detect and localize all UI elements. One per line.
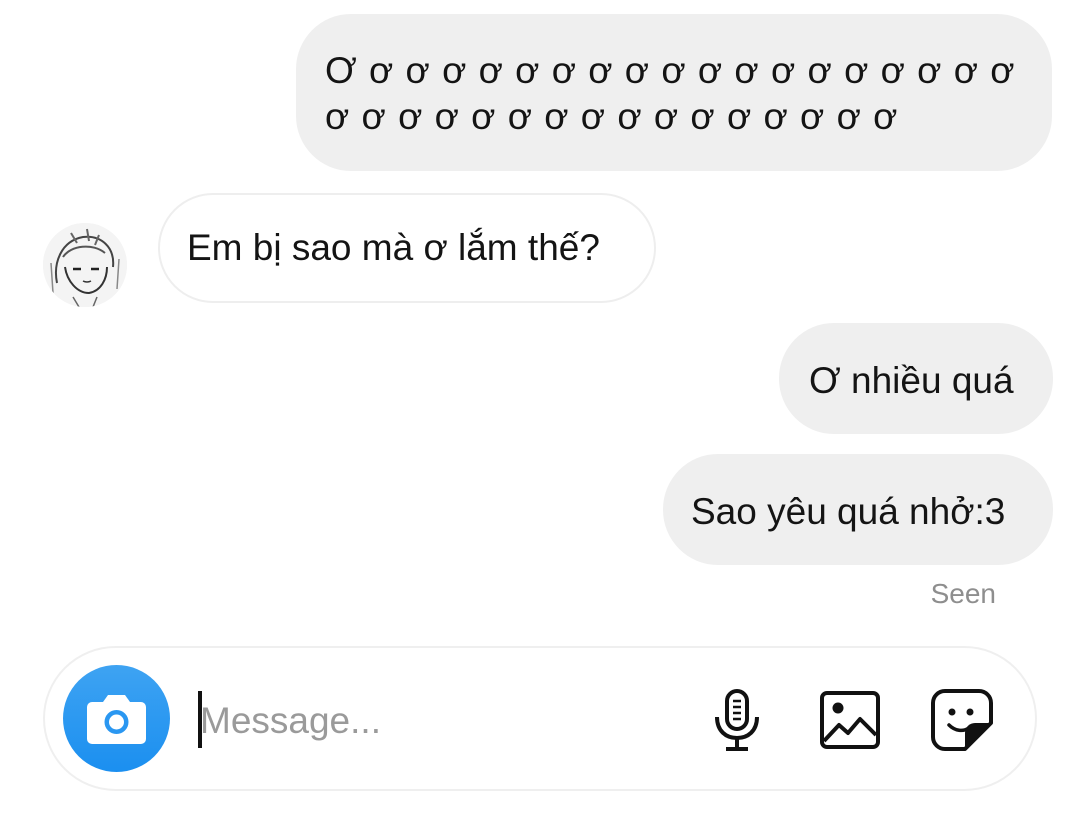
avatar[interactable]: [43, 223, 127, 307]
microphone-icon: [715, 689, 759, 751]
gallery-button[interactable]: [815, 685, 885, 755]
avatar-sketch-icon: [43, 223, 127, 307]
sent-message-bubble[interactable]: Ơ nhiều quá: [779, 323, 1053, 434]
voice-message-button[interactable]: [702, 685, 772, 755]
seen-status: Seen: [930, 578, 996, 609]
camera-button[interactable]: [63, 665, 170, 772]
received-message-bubble[interactable]: Em bị sao mà ơ lắm thế?: [158, 193, 656, 303]
sticker-button[interactable]: [927, 685, 997, 755]
sticker-icon: [931, 689, 993, 751]
message-composer: [43, 646, 1037, 791]
camera-icon: [87, 695, 146, 744]
sent-message-bubble[interactable]: Sao yêu quá nhở:3: [663, 454, 1053, 565]
sent-message-bubble[interactable]: Ơ ơ ơ ơ ơ ơ ơ ơ ơ ơ ơ ơ ơ ơ ơ ơ ơ ơ ơ ơ …: [296, 14, 1052, 171]
message-input[interactable]: [200, 692, 680, 750]
image-icon: [820, 691, 880, 749]
